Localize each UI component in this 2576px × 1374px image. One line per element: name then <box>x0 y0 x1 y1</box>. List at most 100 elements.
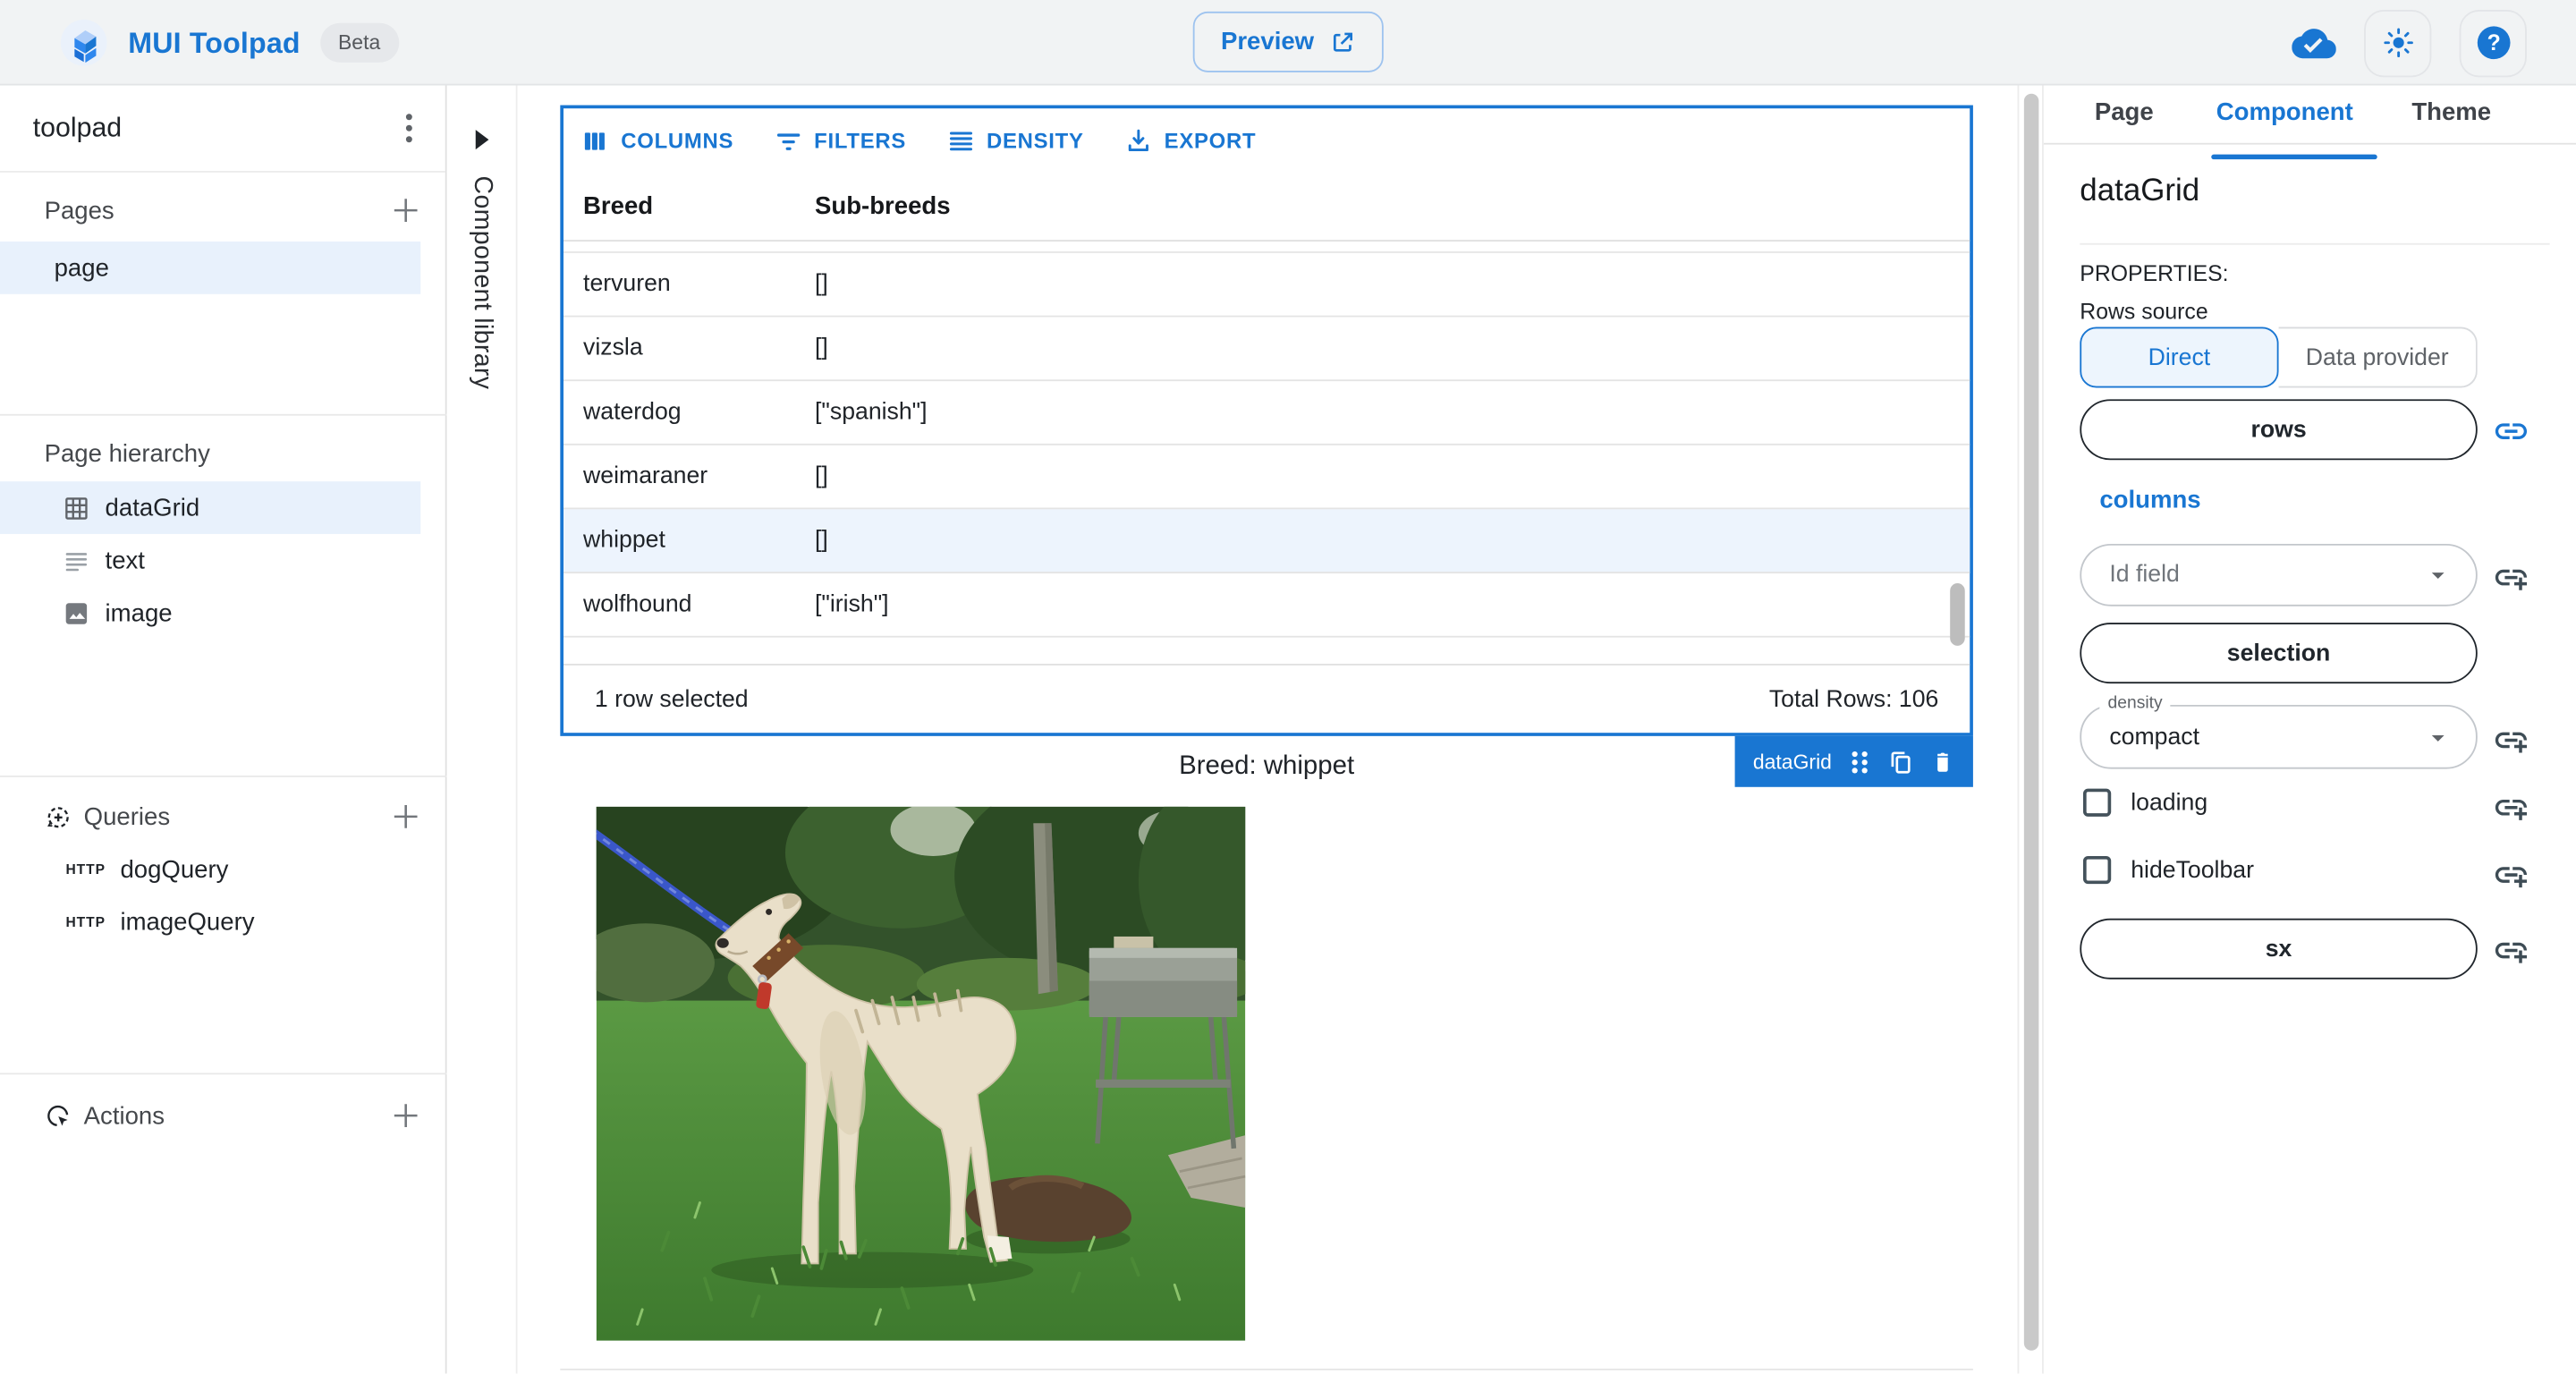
columns-icon <box>580 126 609 156</box>
text-icon <box>63 547 90 574</box>
canvas-scrollbar[interactable] <box>2018 86 2044 1374</box>
project-name: toolpad <box>33 113 122 144</box>
add-query-button[interactable] <box>386 797 426 836</box>
loading-binding-slot[interactable] <box>2490 787 2529 827</box>
rows-binding-slot[interactable] <box>2490 411 2529 450</box>
inspector-divider <box>2080 243 2549 245</box>
hidetoolbar-property-row: hideToolbar <box>2083 856 2254 884</box>
toolbar-button-label: FILTERS <box>814 128 906 153</box>
kebab-menu-icon[interactable] <box>406 114 412 143</box>
hierarchy-title: Page hierarchy <box>45 439 210 467</box>
canvas-scrollbar-thumb[interactable] <box>2024 94 2039 1351</box>
toolpad-editor: MUI Toolpad Beta Preview <box>0 0 2576 1374</box>
hidetoolbar-checkbox[interactable] <box>2083 856 2111 884</box>
help-button[interactable]: ? <box>2460 9 2527 76</box>
table-row[interactable]: tervuren [] <box>564 253 1970 318</box>
theme-toggle-button[interactable] <box>2364 9 2431 76</box>
datagrid-scrollbar-thumb[interactable] <box>1950 583 1965 646</box>
mui-toolpad-logo-icon <box>59 18 108 67</box>
filters-toolbar-button[interactable]: FILTERS <box>773 126 906 156</box>
columns-toolbar-button[interactable]: COLUMNS <box>580 126 733 156</box>
density-toolbar-button[interactable]: DENSITY <box>945 126 1084 156</box>
add-link-icon <box>2491 788 2529 826</box>
table-row[interactable]: waterdog ["spanish"] <box>564 381 1970 445</box>
chevron-down-icon <box>2423 560 2453 589</box>
tab-page[interactable]: Page <box>2095 98 2154 126</box>
component-library-label: Component library <box>467 176 496 390</box>
app-header: MUI Toolpad Beta Preview <box>0 0 2576 86</box>
hierarchy-item-image[interactable]: image <box>0 587 420 640</box>
add-link-icon <box>2491 720 2529 758</box>
cell-breed: weimaraner <box>564 463 815 489</box>
id-field-placeholder: Id field <box>2109 562 2179 588</box>
cell-breed: waterdog <box>564 399 815 425</box>
cell-subbreeds: [] <box>815 271 1970 297</box>
hierarchy-item-text[interactable]: text <box>0 534 420 587</box>
rows-property-button[interactable]: rows <box>2080 399 2477 460</box>
image-component[interactable] <box>597 807 1246 1341</box>
query-item-label: imageQuery <box>120 908 254 936</box>
id-field-binding-slot[interactable] <box>2490 557 2529 597</box>
hierarchy-item-datagrid[interactable]: dataGrid <box>0 481 420 534</box>
loading-checkbox[interactable] <box>2083 789 2111 817</box>
table-row-selected[interactable]: whippet [] <box>564 509 1970 573</box>
http-badge: HTTP <box>65 913 105 929</box>
text-component[interactable]: Breed: whippet <box>560 752 1973 782</box>
export-toolbar-button[interactable]: EXPORT <box>1123 126 1257 156</box>
hidetoolbar-label: hideToolbar <box>2131 857 2254 883</box>
pages-section-header: Pages <box>0 187 445 233</box>
selection-property-button[interactable]: selection <box>2080 623 2477 683</box>
grid-icon <box>63 494 90 522</box>
datagrid-component[interactable]: COLUMNS FILTERS DENSITY <box>560 106 1973 736</box>
query-item-label: dogQuery <box>120 855 228 883</box>
inspector-panel: Page Component Theme dataGrid PROPERTIES… <box>2044 86 2576 1374</box>
open-in-new-icon <box>1329 29 1355 55</box>
header-actions: ? <box>2292 0 2527 86</box>
density-select[interactable]: compact <box>2080 705 2477 769</box>
table-row[interactable]: wolfhound ["irish"] <box>564 573 1970 638</box>
help-icon: ? <box>2473 23 2512 63</box>
cell-subbreeds: ["irish"] <box>815 591 1970 617</box>
datagrid-footer: 1 row selected Total Rows: 106 <box>564 664 1970 733</box>
column-header-breed[interactable]: Breed <box>564 192 815 220</box>
sun-icon <box>2380 25 2416 61</box>
query-item-imagequery[interactable]: HTTP imageQuery <box>0 899 420 945</box>
page-canvas[interactable]: COLUMNS FILTERS DENSITY <box>518 86 2018 1374</box>
chevron-right-icon[interactable] <box>472 128 490 151</box>
sidebar-item-page[interactable]: page <box>0 242 420 294</box>
cell-breed: whippet <box>564 528 815 554</box>
hidetoolbar-binding-slot[interactable] <box>2490 854 2529 894</box>
datagrid-toolbar: COLUMNS FILTERS DENSITY <box>564 108 1970 173</box>
hierarchy-item-label: image <box>106 598 173 626</box>
table-row[interactable]: weimaraner [] <box>564 445 1970 510</box>
density-icon <box>945 126 975 156</box>
cell-subbreeds: ["spanish"] <box>815 399 1970 425</box>
sidebar-divider <box>0 776 447 777</box>
add-action-button[interactable] <box>386 1096 426 1135</box>
toggle-data-provider[interactable]: Data provider <box>2279 327 2478 388</box>
add-page-button[interactable] <box>386 191 426 230</box>
toggle-direct[interactable]: Direct <box>2080 327 2278 388</box>
preview-button[interactable]: Preview <box>1193 12 1384 72</box>
chevron-down-icon <box>2423 722 2453 751</box>
toolbar-button-label: COLUMNS <box>621 128 733 153</box>
queries-icon <box>45 802 72 830</box>
column-header-subbreeds[interactable]: Sub-breeds <box>815 192 1970 220</box>
plus-icon <box>389 800 422 833</box>
plus-icon <box>389 1099 422 1132</box>
query-item-dogquery[interactable]: HTTP dogQuery <box>0 846 420 892</box>
cell-breed: wolfhound <box>564 591 815 617</box>
tab-component[interactable]: Component <box>2216 98 2353 126</box>
cell-breed: vizsla <box>564 335 815 361</box>
properties-label: PROPERTIES: <box>2080 261 2228 286</box>
tab-theme[interactable]: Theme <box>2411 98 2491 126</box>
columns-property-link[interactable]: columns <box>2099 487 2200 514</box>
table-row[interactable]: vizsla [] <box>564 317 1970 381</box>
plus-icon <box>389 194 422 227</box>
component-library-panel[interactable]: Component library <box>447 86 518 1374</box>
id-field-select[interactable]: Id field <box>2080 544 2477 606</box>
density-binding-slot[interactable] <box>2490 719 2529 759</box>
sx-property-button[interactable]: sx <box>2080 919 2477 980</box>
explorer-sidebar: toolpad Pages page Page hierarchy dataGr… <box>0 86 447 1374</box>
sx-binding-slot[interactable] <box>2490 930 2529 970</box>
